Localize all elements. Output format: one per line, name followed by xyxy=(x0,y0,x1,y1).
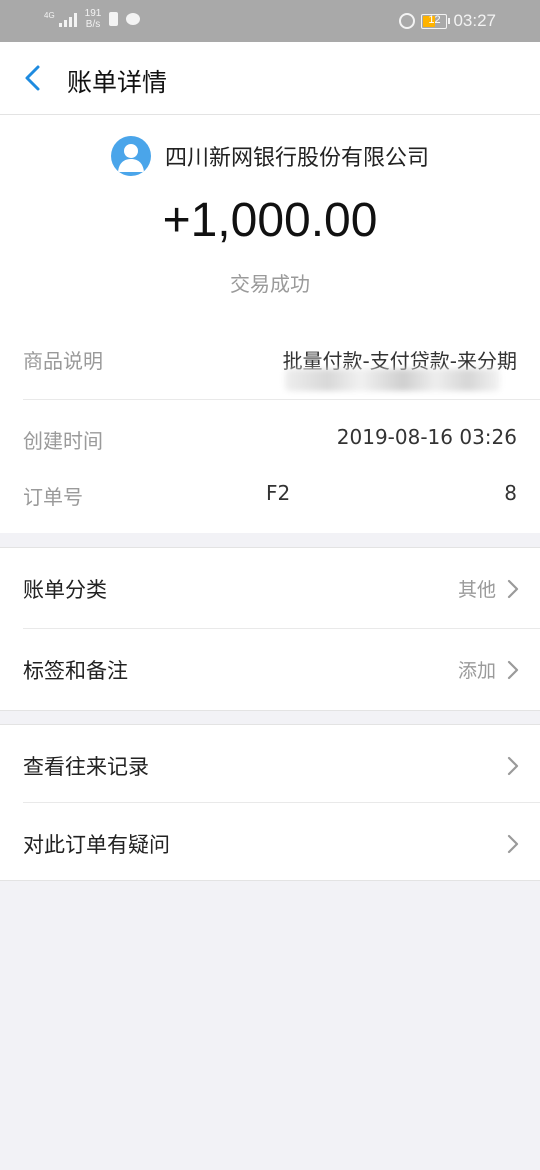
status-right: 12 03:27 xyxy=(399,11,496,31)
detail-label: 创建时间 xyxy=(23,429,103,453)
person-icon xyxy=(117,144,144,172)
nav-bar: 账单详情 xyxy=(0,42,540,115)
sim-icon xyxy=(109,12,119,26)
merchant-info: 四川新网银行股份有限公司 xyxy=(0,136,540,176)
transaction-status: 交易成功 xyxy=(230,272,310,296)
signal-type: 4G xyxy=(44,11,55,20)
divider xyxy=(23,399,540,400)
order-number-suffix: 8 xyxy=(504,481,517,505)
actions-group: 查看往来记录 对此订单有疑问 xyxy=(0,724,540,881)
redacted-blur xyxy=(285,369,500,391)
item-label: 账单分类 xyxy=(23,578,107,602)
chevron-right-icon xyxy=(507,660,519,680)
back-arrow-icon[interactable] xyxy=(18,62,50,94)
network-speed: 191 B/s xyxy=(85,8,102,30)
chevron-right-icon xyxy=(507,834,519,854)
status-bar: 4G 191 B/s 12 03:27 xyxy=(0,0,540,42)
chevron-right-icon xyxy=(507,756,519,776)
message-icon xyxy=(126,13,141,25)
item-value: 添加 xyxy=(457,660,496,682)
view-history-item[interactable]: 查看往来记录 xyxy=(0,725,540,802)
battery-icon: 12 xyxy=(421,13,451,29)
signal-icon: 4G xyxy=(44,11,77,27)
bill-summary: 四川新网银行股份有限公司 +1,000.00 交易成功 商品说明 批量付款-支付… xyxy=(0,115,540,533)
network-speed-unit: B/s xyxy=(85,19,101,30)
item-label: 对此订单有疑问 xyxy=(23,833,170,857)
detail-value: 2019-08-16 03:26 xyxy=(336,425,517,449)
tags-notes-item[interactable]: 标签和备注 添加 xyxy=(0,629,540,709)
amount: +1,000.00 xyxy=(162,194,378,247)
status-left: 4G 191 B/s xyxy=(44,8,141,30)
clock: 03:27 xyxy=(453,11,496,30)
merchant-avatar xyxy=(110,136,151,176)
alarm-icon xyxy=(399,13,416,29)
network-speed-value: 191 xyxy=(84,8,102,19)
order-number-value: F2 8 xyxy=(266,481,517,510)
detail-row-created-time: 创建时间 2019-08-16 03:26 xyxy=(23,425,517,454)
order-question-item[interactable]: 对此订单有疑问 xyxy=(0,803,540,880)
page-title: 账单详情 xyxy=(67,68,168,97)
item-label: 标签和备注 xyxy=(23,659,128,683)
item-value: 其他 xyxy=(457,579,496,601)
battery-level: 12 xyxy=(428,13,441,26)
merchant-name: 四川新网银行股份有限公司 xyxy=(164,146,429,171)
detail-label: 商品说明 xyxy=(23,349,103,373)
chevron-right-icon xyxy=(507,579,519,599)
detail-row-order-number: 订单号 F2 8 xyxy=(23,481,517,510)
item-label: 查看往来记录 xyxy=(23,755,149,779)
detail-label: 订单号 xyxy=(23,485,83,509)
settings-group: 账单分类 其他 标签和备注 添加 xyxy=(0,547,540,711)
bill-category-item[interactable]: 账单分类 其他 xyxy=(0,548,540,628)
order-number-prefix: F2 xyxy=(266,481,291,505)
